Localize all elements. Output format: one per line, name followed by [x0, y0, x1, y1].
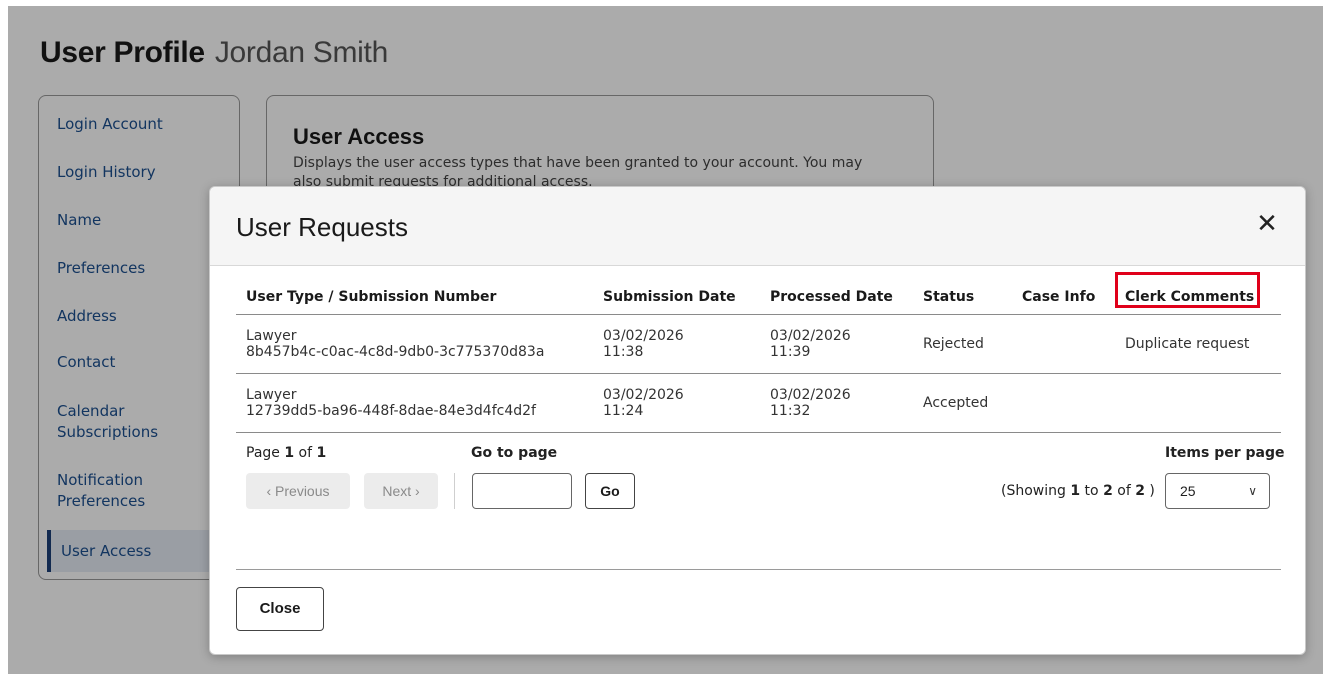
- cell-clerk-comments: Duplicate request: [1115, 314, 1281, 374]
- cell-submission-date: 03/02/2026 11:38: [593, 314, 760, 374]
- submission-time: 11:38: [603, 343, 644, 360]
- cell-case-info: [1012, 314, 1115, 374]
- table-row: Lawyer 8b457b4c-c0ac-4c8d-9db0-3c775370d…: [236, 314, 1281, 374]
- cell-status: Rejected: [913, 314, 1012, 374]
- page-of-text: of: [294, 445, 317, 461]
- dialog-header: User Requests ✕: [210, 187, 1305, 266]
- showing-range-text: (Showing 1 to 2 of 2 ): [1001, 483, 1155, 499]
- processed-time: 11:32: [770, 402, 811, 419]
- goto-page-label: Go to page: [471, 445, 558, 461]
- go-button[interactable]: Go: [585, 473, 635, 509]
- previous-page-button[interactable]: ‹ Previous: [246, 473, 350, 509]
- cell-clerk-comments: [1115, 373, 1281, 433]
- showing-to-text: to: [1080, 483, 1104, 499]
- dialog-title: User Requests: [236, 212, 408, 242]
- showing-from: 1: [1070, 483, 1081, 499]
- processed-time: 11:39: [770, 343, 811, 360]
- showing-suffix: ): [1144, 483, 1155, 499]
- page-prefix: Page: [246, 445, 285, 461]
- showing-prefix: (Showing: [1001, 483, 1071, 499]
- cell-user-type: Lawyer 8b457b4c-c0ac-4c8d-9db0-3c775370d…: [236, 314, 593, 374]
- items-per-page-select[interactable]: 25 ∨: [1165, 473, 1270, 509]
- showing-of-text: of: [1112, 483, 1136, 499]
- cell-submission-date: 03/02/2026 11:24: [593, 373, 760, 433]
- column-header-case-info: Case Info: [1012, 281, 1115, 315]
- processed-date: 03/02/2026: [770, 327, 851, 344]
- cell-case-info: [1012, 373, 1115, 433]
- table-header-row: User Type / Submission Number Submission…: [236, 272, 1281, 315]
- requests-table: User Type / Submission Number Submission…: [236, 272, 1281, 433]
- cell-processed-date: 03/02/2026 11:39: [760, 314, 913, 374]
- column-header-submission-date: Submission Date: [593, 281, 760, 315]
- backdrop-edge-top: [0, 0, 1323, 6]
- cell-user-type: Lawyer 12739dd5-ba96-448f-8dae-84e3d4fc4…: [236, 373, 593, 433]
- current-page: 1: [284, 445, 295, 461]
- submission-date: 03/02/2026: [603, 386, 684, 403]
- showing-total: 2: [1135, 483, 1145, 499]
- column-header-processed-date: Processed Date: [760, 281, 913, 315]
- close-button[interactable]: Close: [236, 587, 324, 631]
- footer-divider: [236, 569, 1281, 570]
- chevron-down-icon: ∨: [1248, 484, 1257, 498]
- column-header-status: Status: [913, 281, 1012, 315]
- submission-number: 12739dd5-ba96-448f-8dae-84e3d4fc4d2f: [246, 402, 536, 419]
- processed-date: 03/02/2026: [770, 386, 851, 403]
- submission-number: 8b457b4c-c0ac-4c8d-9db0-3c775370d83a: [246, 343, 545, 360]
- column-header-clerk-comments: Clerk Comments: [1115, 272, 1281, 315]
- column-header-user-type: User Type / Submission Number: [236, 281, 593, 315]
- items-per-page-label: Items per page: [1165, 445, 1285, 461]
- user-type: Lawyer: [246, 386, 297, 403]
- showing-to: 2: [1103, 483, 1113, 499]
- submission-date: 03/02/2026: [603, 327, 684, 344]
- backdrop-edge-left: [0, 0, 8, 674]
- pager-divider: [454, 473, 455, 509]
- cell-status: Accepted: [913, 373, 1012, 433]
- next-page-button[interactable]: Next ›: [364, 473, 438, 509]
- user-type: Lawyer: [246, 327, 297, 344]
- submission-time: 11:24: [603, 402, 644, 419]
- goto-page-input[interactable]: [472, 473, 572, 509]
- clerk-comments-label: Clerk Comments: [1125, 289, 1255, 306]
- cell-processed-date: 03/02/2026 11:32: [760, 373, 913, 433]
- items-per-page-value: 25: [1180, 483, 1196, 499]
- page-indicator: Page 1 of 1: [246, 445, 326, 461]
- table-row: Lawyer 12739dd5-ba96-448f-8dae-84e3d4fc4…: [236, 373, 1281, 433]
- close-icon[interactable]: ✕: [1255, 210, 1279, 236]
- user-requests-dialog: User Requests ✕ User Type / Submission N…: [209, 186, 1306, 655]
- total-pages: 1: [316, 445, 327, 461]
